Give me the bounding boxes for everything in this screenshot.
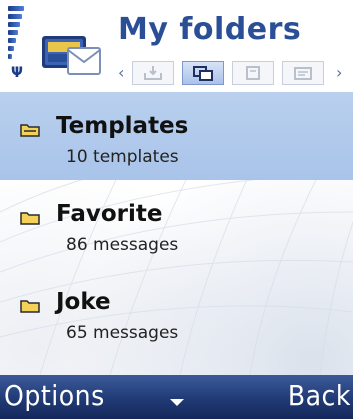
folder-icon [20, 212, 40, 225]
folder-name: Templates [56, 113, 189, 139]
folder-icon [20, 124, 40, 137]
folder-count: 10 templates [66, 147, 179, 167]
list-item-joke[interactable]: Joke 65 messages [0, 268, 353, 356]
chevron-right-icon[interactable]: › [336, 63, 342, 83]
tab-strip: ‹ › [116, 61, 348, 87]
tab-sent[interactable] [282, 61, 324, 85]
sent-icon [294, 67, 312, 80]
signal-strength-icon: Ψ [8, 6, 24, 80]
tab-inbox[interactable] [132, 61, 174, 85]
phone-screen: Ψ My folders ‹ › Templates 10 templates … [0, 0, 353, 419]
header: Ψ My folders ‹ › [0, 0, 353, 92]
softkey-bar: Options Back [0, 375, 353, 419]
inbox-icon [144, 66, 162, 80]
back-softkey[interactable]: Back [288, 379, 351, 412]
messaging-folder-icon [42, 36, 101, 75]
list-item-favorite[interactable]: Favorite 86 messages [0, 180, 353, 268]
page-title: My folders [118, 12, 302, 47]
my-folders-icon [193, 66, 213, 81]
list-item-templates[interactable]: Templates 10 templates [0, 92, 353, 180]
tab-drafts[interactable] [232, 61, 274, 85]
tab-my-folders[interactable] [182, 61, 224, 85]
drafts-icon [246, 66, 260, 80]
menu-indicator-icon[interactable] [170, 399, 184, 406]
antenna-icon: Ψ [11, 65, 23, 81]
folder-count: 86 messages [66, 235, 179, 255]
options-softkey[interactable]: Options [4, 379, 105, 412]
folder-icon [20, 300, 40, 313]
chevron-left-icon[interactable]: ‹ [118, 63, 124, 83]
folder-count: 65 messages [66, 323, 179, 343]
folder-name: Favorite [56, 201, 163, 227]
folder-list: Templates 10 templates Favorite 86 messa… [0, 92, 353, 375]
folder-name: Joke [56, 289, 111, 315]
